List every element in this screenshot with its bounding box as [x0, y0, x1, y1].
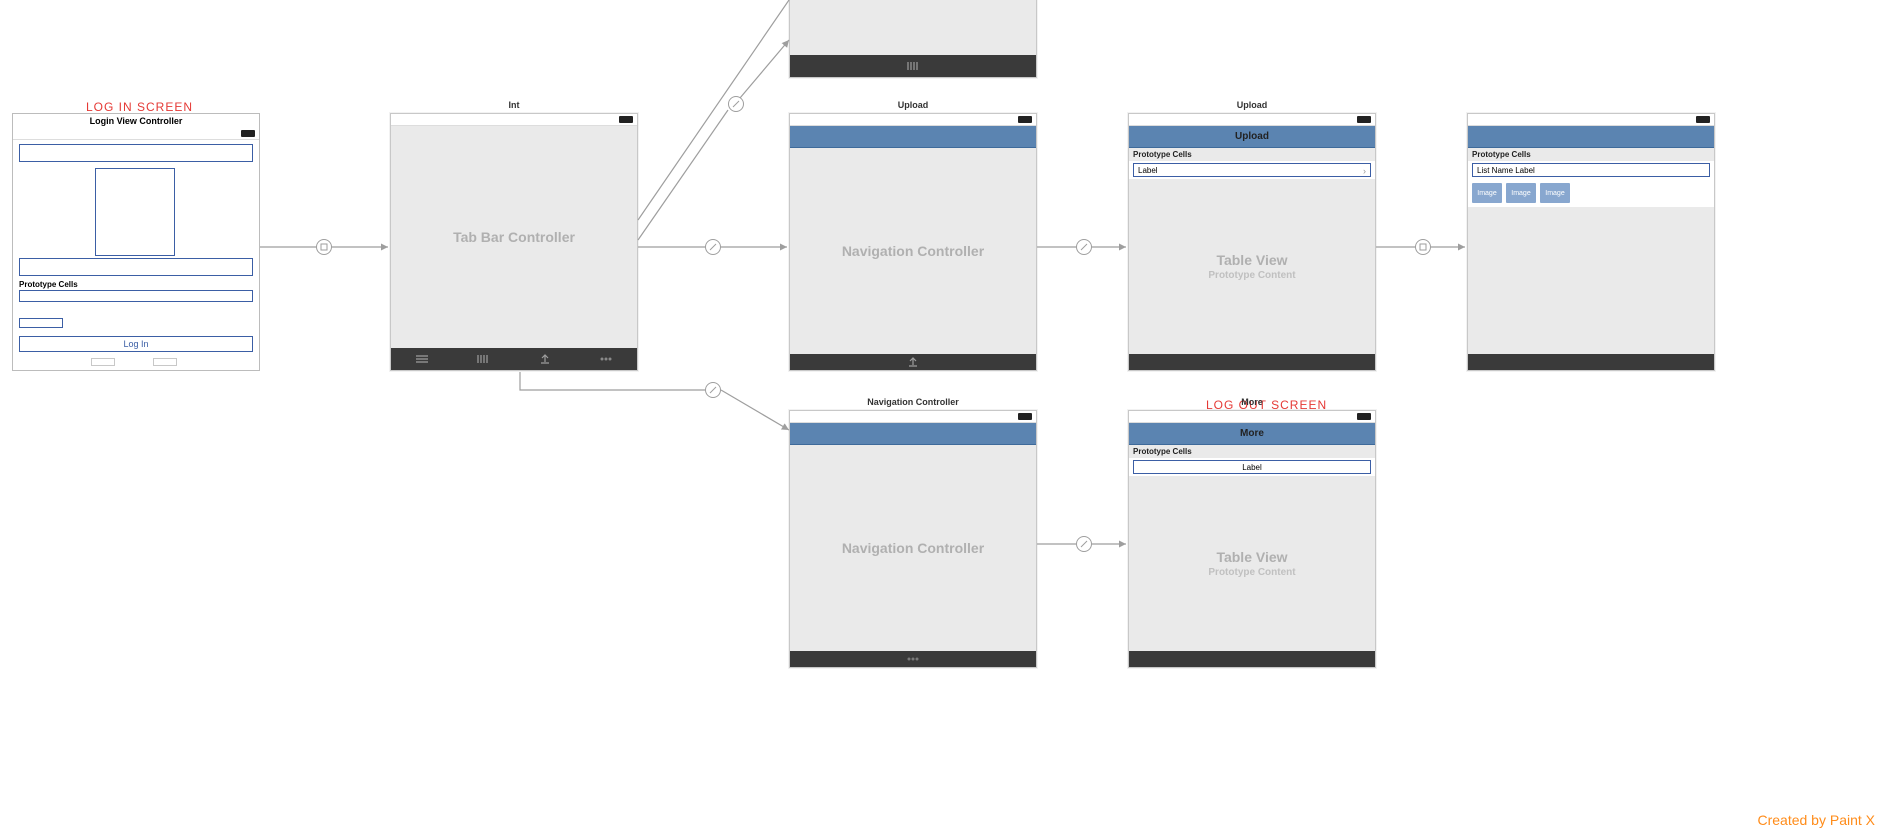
segue-badge[interactable] — [1076, 239, 1092, 255]
toolbar — [1129, 651, 1375, 667]
body-label: Tab Bar Controller — [453, 229, 575, 245]
tab-bar — [391, 348, 637, 370]
cell-label: List Name Label — [1477, 166, 1535, 175]
login-footer-box-2 — [153, 358, 177, 366]
tab-bar — [790, 55, 1036, 77]
segue-badge[interactable] — [705, 239, 721, 255]
navigation-bar — [1468, 126, 1714, 148]
tab-scanner[interactable] — [474, 352, 492, 366]
body-label: Table View — [1216, 252, 1287, 268]
navigation-bar: More — [1129, 423, 1375, 445]
body-sublabel: Prototype Content — [1208, 567, 1295, 578]
login-logo-placeholder — [95, 168, 175, 256]
cell-label: Label — [1138, 166, 1158, 175]
segue-badge[interactable] — [728, 96, 744, 112]
body-label: Table View — [1216, 549, 1287, 565]
login-footer-box-1 — [91, 358, 115, 366]
battery-icon — [1357, 413, 1371, 420]
image-chip-row: Image Image Image — [1468, 179, 1714, 207]
toolbar — [1129, 354, 1375, 370]
tab-upload[interactable] — [536, 352, 554, 366]
segue-badge[interactable] — [705, 382, 721, 398]
scene-title: Upload — [790, 100, 1036, 110]
login-image-placeholder — [19, 144, 253, 162]
battery-icon — [1018, 116, 1032, 123]
tab-scanner-icon[interactable] — [904, 59, 922, 73]
scene-login[interactable]: Login View Controller Prototype Cells Lo… — [12, 113, 260, 371]
prototype-cell[interactable]: Label — [1133, 460, 1371, 474]
battery-icon — [241, 130, 255, 137]
more-icon — [906, 656, 920, 662]
login-field-1[interactable] — [19, 258, 253, 276]
battery-icon — [1018, 413, 1032, 420]
storyboard-canvas[interactable]: LOG IN SCREEN LOG OUT SCREEN Login View … — [0, 0, 1885, 836]
segue-badge[interactable] — [1076, 536, 1092, 552]
image-chip: Image — [1506, 183, 1536, 203]
toolbar — [790, 651, 1036, 667]
segue-badge[interactable] — [1415, 239, 1431, 255]
login-button-label: Log In — [123, 339, 148, 349]
cell-label: Label — [1242, 463, 1262, 472]
image-chip: Image — [1540, 183, 1570, 203]
scene-title: More — [1129, 397, 1375, 407]
login-prototype-cell — [19, 290, 253, 302]
scene-tabbar[interactable]: Int Tab Bar Controller — [390, 113, 638, 371]
battery-icon — [1696, 116, 1710, 123]
navigation-bar: Upload — [1129, 126, 1375, 148]
scene-title: Int — [391, 100, 637, 110]
prototype-cell[interactable]: Label › — [1133, 163, 1371, 177]
tab-more[interactable] — [597, 352, 615, 366]
toolbar — [790, 354, 1036, 370]
login-small-field[interactable] — [19, 318, 63, 328]
scene-nav-more[interactable]: Navigation Controller Navigation Control… — [789, 410, 1037, 668]
disclosure-icon: › — [1363, 166, 1366, 176]
scene-title: Upload — [1129, 100, 1375, 110]
prototype-cells-label: Prototype Cells — [19, 280, 78, 289]
annotation-login: LOG IN SCREEN — [86, 100, 193, 114]
body-label: Navigation Controller — [842, 540, 984, 556]
scene-tableview-more[interactable]: More More Prototype Cells Label Table Vi… — [1128, 410, 1376, 668]
nav-title: More — [1240, 428, 1264, 439]
scene-scanner-partial[interactable] — [789, 0, 1037, 78]
segue-badge[interactable] — [316, 239, 332, 255]
prototype-cells-label: Prototype Cells — [1468, 148, 1714, 161]
prototype-cells-label: Prototype Cells — [1129, 445, 1375, 458]
scene-tableview-upload[interactable]: Upload Upload Prototype Cells Label › Ta… — [1128, 113, 1376, 371]
body-sublabel: Prototype Content — [1208, 270, 1295, 281]
tab-mylist[interactable] — [413, 352, 431, 366]
scene-title: Navigation Controller — [790, 397, 1036, 407]
battery-icon — [1357, 116, 1371, 123]
watermark: Created by Paint X — [1757, 812, 1875, 828]
share-icon — [907, 356, 919, 368]
battery-icon — [619, 116, 633, 123]
navigation-bar — [790, 423, 1036, 445]
prototype-cells-label: Prototype Cells — [1129, 148, 1375, 161]
scene-nav-upload[interactable]: Upload Navigation Controller — [789, 113, 1037, 371]
login-button[interactable]: Log In — [19, 336, 253, 352]
prototype-cell[interactable]: List Name Label — [1472, 163, 1710, 177]
image-chip: Image — [1472, 183, 1502, 203]
toolbar — [1468, 354, 1714, 370]
scene-list[interactable]: Prototype Cells List Name Label Image Im… — [1467, 113, 1715, 371]
navigation-bar — [790, 126, 1036, 148]
body-label: Navigation Controller — [842, 243, 984, 259]
nav-title: Upload — [1235, 131, 1269, 142]
scene-title: Login View Controller — [13, 114, 259, 128]
